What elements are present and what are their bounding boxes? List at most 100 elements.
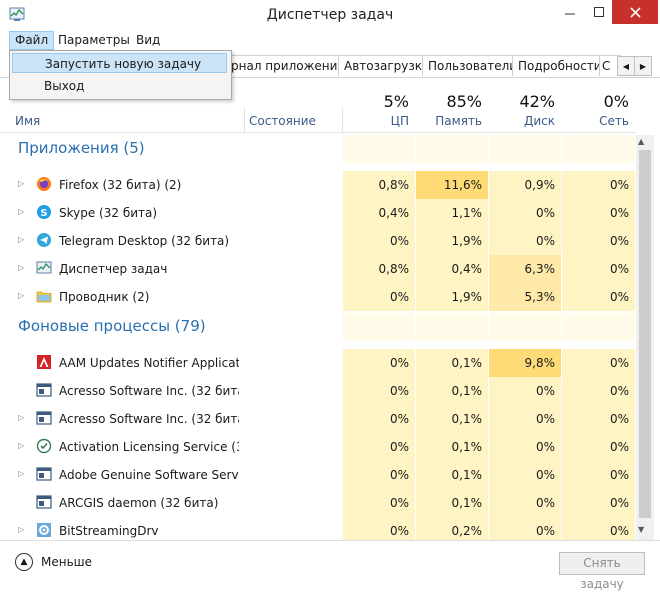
expand-chevron-icon[interactable]: ▷ bbox=[18, 235, 26, 245]
column-separator[interactable] bbox=[244, 108, 245, 132]
menu-params[interactable]: Параметры bbox=[53, 31, 135, 50]
network-total-percent: 0% bbox=[603, 92, 629, 111]
memory-label: Память bbox=[435, 114, 482, 128]
group-header-background[interactable]: Фоновые процессы (79) bbox=[0, 313, 636, 341]
window-icon bbox=[36, 411, 52, 425]
scroll-up-icon[interactable]: ▲ bbox=[638, 137, 644, 146]
chevron-up-icon[interactable]: ▲ bbox=[15, 553, 33, 571]
process-name: BitStreamingDrv bbox=[59, 524, 159, 538]
memory-cell: 0,2% bbox=[416, 517, 488, 540]
expand-chevron-icon[interactable]: ▷ bbox=[18, 263, 26, 273]
expand-chevron-icon[interactable]: ▷ bbox=[18, 441, 26, 451]
cpu-cell: 0,4% bbox=[343, 199, 415, 227]
process-row[interactable]: ▷ Adobe Genuine Software Servic... 0% 0,… bbox=[0, 461, 636, 489]
network-cell: 0% bbox=[562, 461, 635, 489]
end-task-button[interactable]: Снять задачу bbox=[559, 552, 645, 591]
process-row[interactable]: ARCGIS daemon (32 бита) 0% 0,1% 0% 0% bbox=[0, 489, 636, 517]
group-title-background: Фоновые процессы (79) bbox=[18, 317, 206, 335]
disk-cell: 0% bbox=[489, 377, 561, 405]
task-manager-icon bbox=[36, 261, 52, 274]
menu-file[interactable]: Файл bbox=[9, 31, 55, 50]
process-row[interactable]: ▷ Firefox (32 бита) (2) 0,8% 11,6% 0,9% … bbox=[0, 171, 636, 199]
triangle-right-icon: ▶ bbox=[639, 61, 647, 71]
expand-chevron-icon[interactable]: ▷ bbox=[18, 525, 26, 535]
memory-cell: 0,1% bbox=[416, 349, 488, 377]
close-button[interactable] bbox=[612, 0, 658, 24]
tab-users[interactable]: Пользователи bbox=[422, 55, 520, 76]
column-network[interactable]: 0% Сеть bbox=[562, 78, 635, 132]
process-row[interactable]: ▷ Activation Licensing Service (32 ... 0… bbox=[0, 433, 636, 461]
window-icon bbox=[36, 383, 52, 397]
network-cell: 0% bbox=[562, 405, 635, 433]
task-manager-window: Диспетчер задач Файл Параметры Вид рнал … bbox=[0, 0, 660, 594]
folder-icon bbox=[36, 291, 52, 303]
memory-cell: 0,1% bbox=[416, 433, 488, 461]
disk-cell: 0% bbox=[489, 489, 561, 517]
scroll-down-icon[interactable]: ▼ bbox=[638, 525, 644, 534]
scrollbar-thumb[interactable] bbox=[639, 150, 651, 518]
file-menu-dropdown: Запустить новую задачу Выход bbox=[9, 50, 232, 100]
process-name: Acresso Software Inc. (32 бита) bbox=[59, 412, 239, 426]
process-row[interactable]: ▷ S Skype (32 бита) 0,4% 1,1% 0% 0% bbox=[0, 199, 636, 227]
network-cell: 0% bbox=[562, 199, 635, 227]
expand-chevron-icon[interactable]: ▷ bbox=[18, 469, 26, 479]
process-row[interactable]: ▷ Диспетчер задач 0,8% 0,4% 6,3% 0% bbox=[0, 255, 636, 283]
expand-chevron-icon[interactable]: ▷ bbox=[18, 179, 26, 189]
fewer-details-link[interactable]: Меньше bbox=[41, 555, 92, 569]
tab-scroll-left-button[interactable]: ◀ bbox=[617, 56, 635, 76]
disk-cell: 0,9% bbox=[489, 171, 561, 199]
network-cell: 0% bbox=[562, 517, 635, 540]
cpu-cell: 0% bbox=[343, 517, 415, 540]
maximize-button[interactable] bbox=[586, 0, 612, 24]
process-name: Telegram Desktop (32 бита) bbox=[59, 234, 230, 248]
expand-chevron-icon[interactable]: ▷ bbox=[18, 207, 26, 217]
cpu-total-percent: 5% bbox=[383, 92, 409, 111]
tab-app-history[interactable]: рнал приложений bbox=[226, 55, 345, 76]
process-name: ARCGIS daemon (32 бита) bbox=[59, 496, 219, 510]
vertical-scrollbar[interactable]: ▲ ▼ bbox=[636, 135, 654, 540]
minimize-button[interactable] bbox=[554, 0, 586, 24]
expand-chevron-icon[interactable]: ▷ bbox=[18, 291, 26, 301]
tab-details[interactable]: Подробности bbox=[512, 55, 608, 76]
process-row[interactable]: AAM Updates Notifier Applicati... 0% 0,1… bbox=[0, 349, 636, 377]
disk-cell: 5,3% bbox=[489, 283, 561, 311]
memory-cell: 0,1% bbox=[416, 377, 488, 405]
adobe-icon bbox=[37, 355, 51, 369]
cpu-cell: 0% bbox=[343, 405, 415, 433]
process-row[interactable]: Acresso Software Inc. (32 бита) 0% 0,1% … bbox=[0, 377, 636, 405]
process-row[interactable]: ▷ Acresso Software Inc. (32 бита) 0% 0,1… bbox=[0, 405, 636, 433]
column-status[interactable]: Состояние bbox=[249, 114, 316, 128]
group-cell bbox=[416, 135, 488, 163]
disk-cell: 0% bbox=[489, 461, 561, 489]
expand-chevron-icon[interactable]: ▷ bbox=[18, 413, 26, 423]
column-name[interactable]: Имя bbox=[15, 114, 40, 128]
process-row[interactable]: ▷ BitStreamingDrv 0% 0,2% 0% 0% bbox=[0, 517, 636, 540]
column-memory[interactable]: 85% Память bbox=[416, 78, 488, 132]
tab-scroll-right-button[interactable]: ▶ bbox=[634, 56, 652, 76]
column-disk[interactable]: 42% Диск bbox=[489, 78, 561, 132]
cpu-cell: 0% bbox=[343, 489, 415, 517]
group-cell bbox=[562, 313, 635, 341]
network-cell: 0% bbox=[562, 433, 635, 461]
process-name: Проводник (2) bbox=[59, 290, 150, 304]
process-name: Acresso Software Inc. (32 бита) bbox=[59, 384, 239, 398]
menu-view[interactable]: Вид bbox=[131, 31, 165, 50]
column-cpu[interactable]: 5% ЦП bbox=[343, 78, 415, 132]
group-cell bbox=[343, 313, 415, 341]
network-cell: 0% bbox=[562, 171, 635, 199]
process-row[interactable]: ▷ Telegram Desktop (32 бита) 0% 1,9% 0% … bbox=[0, 227, 636, 255]
window-icon bbox=[36, 495, 52, 509]
menu-item-exit[interactable]: Выход bbox=[12, 76, 227, 96]
process-name: AAM Updates Notifier Applicati... bbox=[59, 356, 239, 370]
tab-startup[interactable]: Автозагрузка bbox=[338, 55, 430, 76]
group-header-apps[interactable]: Приложения (5) bbox=[0, 135, 636, 163]
network-cell: 0% bbox=[562, 255, 635, 283]
process-row[interactable]: ▷ Проводник (2) 0% 1,9% 5,3% 0% bbox=[0, 283, 636, 311]
network-label: Сеть bbox=[599, 114, 629, 128]
menu-item-run-new-task[interactable]: Запустить новую задачу bbox=[12, 53, 227, 73]
firefox-icon bbox=[37, 177, 51, 191]
memory-cell: 1,1% bbox=[416, 199, 488, 227]
telegram-icon bbox=[37, 233, 51, 247]
memory-cell: 11,6% bbox=[416, 171, 488, 199]
skype-icon: S bbox=[37, 205, 51, 219]
